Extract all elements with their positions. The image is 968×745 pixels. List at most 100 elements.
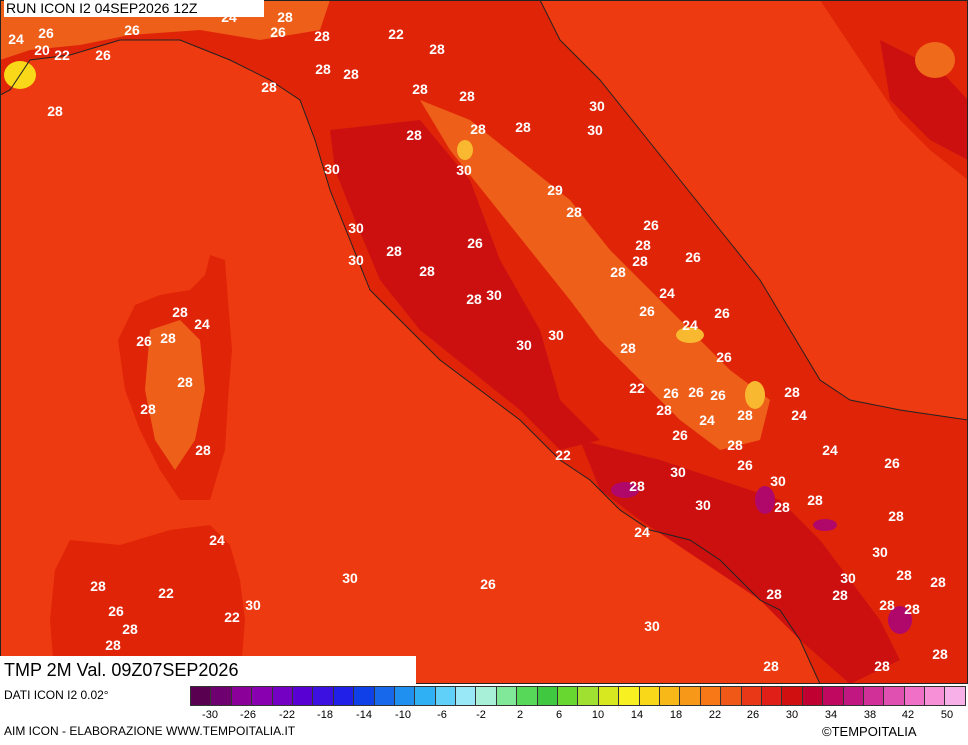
temperature-label: 30	[516, 337, 532, 353]
temperature-label: 22	[224, 609, 240, 625]
temperature-label: 30	[644, 618, 660, 634]
scale-swatch	[456, 687, 477, 705]
scale-swatch	[782, 687, 803, 705]
temperature-label: 26	[685, 249, 701, 265]
temperature-map: 24 2620 22 26282426 262828 2228 282828 28 282830…	[0, 0, 968, 684]
scale-swatch	[598, 687, 620, 705]
scale-swatch	[558, 687, 579, 705]
scale-swatch	[435, 687, 457, 705]
hot-spot-3	[813, 519, 837, 531]
temperature-label: 28	[172, 304, 188, 320]
temperature-label: 28	[807, 492, 823, 508]
temperature-label: 30	[456, 162, 472, 178]
scale-tick-label: 26	[746, 709, 760, 721]
temperature-label: 26	[108, 603, 124, 619]
color-scale-ticks: -30 -26 -22 -18 -14 -10 -6 -2 2 6 10 14 18 22 26 30 34 38…	[190, 709, 966, 723]
temperature-label: 28	[412, 81, 428, 97]
scale-swatch	[496, 687, 518, 705]
temperature-label: 26	[124, 22, 140, 38]
temperature-label: 24	[822, 442, 838, 458]
temperature-label: 28	[632, 253, 648, 269]
temperature-label: 30	[342, 570, 358, 586]
temperature-label: 30	[324, 161, 340, 177]
scale-swatch	[843, 687, 864, 705]
temperature-label: 28	[737, 407, 753, 423]
temperature-label: 24	[791, 407, 807, 423]
temperature-label: 22	[555, 447, 571, 463]
temperature-label: 28	[904, 601, 920, 617]
scale-swatch	[476, 687, 497, 705]
temperature-label: 26	[38, 25, 54, 41]
temperature-label: 28	[90, 578, 106, 594]
temperature-label: 26	[270, 24, 286, 40]
scale-swatch	[863, 687, 885, 705]
temperature-label: 28	[766, 586, 782, 602]
scale-swatch	[354, 687, 375, 705]
temperature-label: 28	[314, 28, 330, 44]
scale-swatch	[884, 687, 905, 705]
temperature-label: 24	[194, 316, 210, 332]
credit-label: AIM ICON - ELABORAZIONE WWW.TEMPOITALIA.…	[4, 724, 296, 738]
temperature-label: 30	[348, 252, 364, 268]
peak-1	[745, 381, 765, 409]
temperature-label: 28	[47, 103, 63, 119]
brand-label: ©TEMPOITALIA	[822, 724, 917, 739]
scale-swatch	[619, 687, 640, 705]
temperature-label: 22	[629, 380, 645, 396]
temperature-label: 28	[419, 263, 435, 279]
scale-swatch	[272, 687, 293, 705]
temperature-label: 28	[160, 330, 176, 346]
peak-3	[457, 140, 473, 160]
temperature-label: 28	[140, 401, 156, 417]
temperature-label: 29	[547, 182, 563, 198]
scale-tick-label: 10	[591, 709, 605, 721]
temperature-label: 26	[884, 455, 900, 471]
scale-tick-label: -30	[202, 709, 218, 721]
temperature-label: 26	[714, 305, 730, 321]
temperature-label: 26	[95, 47, 111, 63]
scale-swatch	[578, 687, 599, 705]
scale-swatch	[700, 687, 722, 705]
temperature-label: 28	[874, 658, 890, 674]
scale-swatch	[721, 687, 742, 705]
temperature-label: 28	[620, 340, 636, 356]
temperature-label: 28	[656, 402, 672, 418]
temperature-label: 28	[727, 437, 743, 453]
scale-tick-label: -18	[317, 709, 333, 721]
temperature-label: 28	[277, 9, 293, 25]
temperature-label: 24	[634, 524, 650, 540]
temperature-label: 26	[710, 387, 726, 403]
temperature-label: 30	[548, 327, 564, 343]
temperature-label: 28	[470, 121, 486, 137]
temperature-label: 28	[386, 243, 402, 259]
temperature-label: 28	[195, 442, 211, 458]
scale-swatch	[252, 687, 273, 705]
temperature-label: 28	[629, 478, 645, 494]
scale-swatch	[191, 687, 212, 705]
temperature-label: 28	[122, 621, 138, 637]
scale-swatch	[313, 687, 334, 705]
temperature-label: 30	[245, 597, 261, 613]
temperature-label: 26	[716, 349, 732, 365]
scale-swatch	[333, 687, 355, 705]
scale-tick-label: 18	[669, 709, 683, 721]
temperature-label: 22	[388, 26, 404, 42]
temperature-label: 28	[261, 79, 277, 95]
scale-tick-label: -2	[476, 709, 486, 721]
temperature-label: 28	[879, 597, 895, 613]
temperature-label: 26	[639, 303, 655, 319]
temperature-label: 24	[8, 31, 24, 47]
temperature-label: 26	[663, 385, 679, 401]
temperature-label: 28	[406, 127, 422, 143]
scale-swatch	[945, 687, 965, 705]
scale-tick-label: 42	[901, 709, 915, 721]
temperature-label: 26	[643, 217, 659, 233]
temperature-label: 28	[635, 237, 651, 253]
scale-tick-label: 6	[555, 709, 563, 721]
scale-tick-label: 50	[940, 709, 954, 721]
temperature-label: 22	[54, 47, 70, 63]
temperature-label: 30	[486, 287, 502, 303]
temperature-label: 26	[688, 384, 704, 400]
temperature-label: 24	[209, 532, 225, 548]
temperature-label: 30	[840, 570, 856, 586]
